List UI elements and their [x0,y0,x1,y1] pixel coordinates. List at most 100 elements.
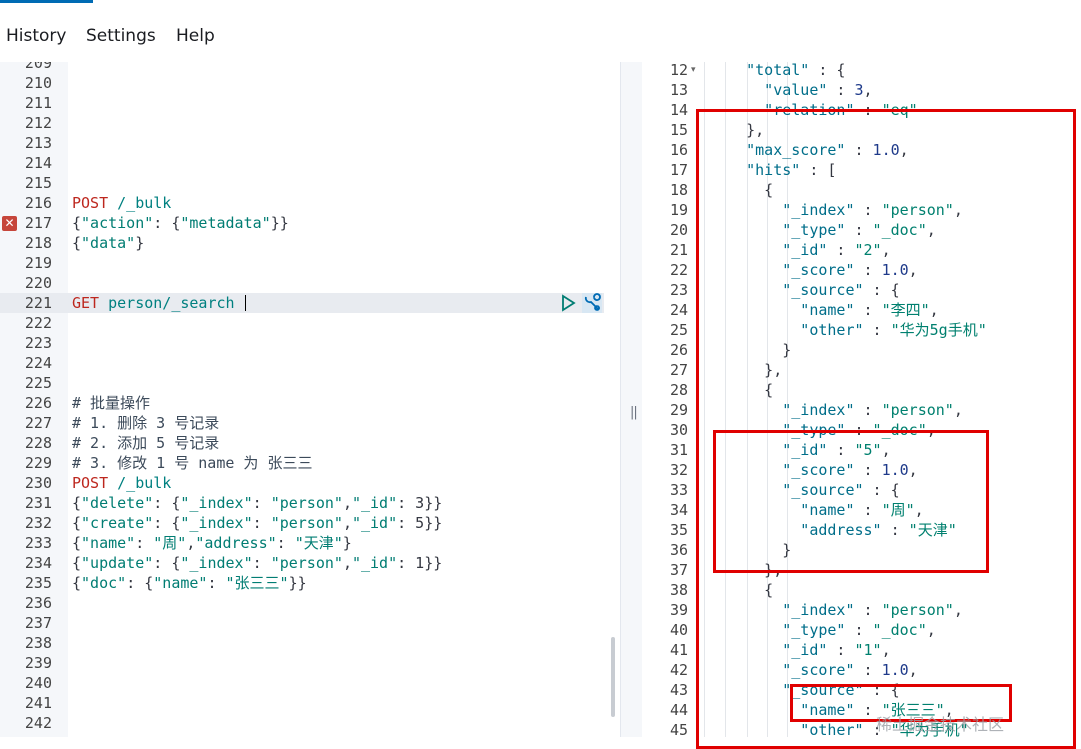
line-number: 209 [24,62,52,72]
editor-line: 233 {"name": "周","address": "天津"} [0,533,620,553]
line-number: 237 [24,614,52,632]
editor-line: 238 [0,633,620,653]
code-token: : { [153,554,181,572]
code-text: {"name": "周","address": "天津"} [72,533,352,553]
editor-line: 209 [0,62,620,73]
code-token: : [276,534,295,552]
code-text: {"update": {"_index": "person","_id": 1}… [72,553,442,573]
menu-history[interactable]: History [6,26,66,46]
line-number: 241 [24,694,52,712]
resize-handle-icon[interactable]: || [630,405,638,420]
code-text: "total" : { [746,62,845,80]
line-number: 214 [24,154,52,172]
request-editor[interactable]: 209 210 211 212 213 214 215 216 POST /_bulk 217 ✕{… [0,62,620,737]
error-x-icon[interactable]: ✕ [2,216,17,231]
code-token: }} [270,214,289,232]
code-token: : { [153,494,181,512]
line-number: 232 [24,514,52,532]
annotation-box-hits [696,109,1076,749]
code-token: "_id" [351,514,398,532]
line-number: 40 [669,621,688,639]
code-text: # 2. 添加 5 号记录 [72,433,219,453]
code-token: : { [809,62,846,79]
annotation-box-id5 [713,430,989,573]
editor-line: 225 [0,373,620,393]
watermark: 稀土掘金技术社区 [876,715,1005,734]
line-number: 29 [669,401,688,419]
line-number: 32 [669,461,688,479]
code-token: # 1. 删除 3 号记录 [72,414,220,432]
line-number: 216 [24,194,52,212]
editor-line: 228 # 2. 添加 5 号记录 [0,433,620,453]
line-number: 41 [669,641,688,659]
line-number: 229 [24,454,52,472]
code-token: GET [72,294,100,312]
code-token: { [72,554,82,572]
code-token: person/_search [108,294,235,312]
line-number: 239 [24,654,52,672]
code-token: "_index" [180,554,253,572]
editor-line: 220 [0,273,620,293]
line-number: 220 [24,274,52,292]
code-token: POST [72,194,109,212]
code-token: "person" [270,494,343,512]
editor-line: 216 POST /_bulk [0,193,620,213]
code-token: : 5}} [397,514,443,532]
code-token: : { [153,214,181,232]
line-number: 218 [24,234,52,252]
left-scrollbar[interactable] [611,637,615,717]
code-token: "create" [81,514,154,532]
line-number: 38 [669,581,688,599]
code-token: "name" [81,534,136,552]
code-text: {"create": {"_index": "person","_id": 5}… [72,513,442,533]
fold-arrow-icon[interactable]: ▾ [691,62,696,80]
code-token: : { [126,574,154,592]
menu-settings[interactable]: Settings [86,26,156,46]
code-token: "person" [270,514,343,532]
code-text: {"action": {"metadata"}} [72,213,289,233]
code-text: # 3. 修改 1 号 name 为 张三三 [72,453,312,473]
editor-line: 231 {"delete": {"_index": "person","_id":… [0,493,620,513]
wrench-icon[interactable] [582,293,602,313]
line-number: 17 [669,161,688,179]
code-text: {"doc": {"name": "张三三"}} [72,573,307,593]
line-number: 23 [669,281,688,299]
code-token: { [72,534,82,552]
code-token: } [342,534,352,552]
code-text: {"data"} [72,233,144,253]
editor-line: 222 [0,313,620,333]
line-number: 14 [669,101,688,119]
line-number: 34 [669,501,688,519]
line-number: 210 [24,74,52,92]
line-number: 213 [24,134,52,152]
code-token: { [72,574,82,592]
line-number: 215 [24,174,52,192]
line-number: 33 [669,481,688,499]
code-token: # 3. 修改 1 号 name 为 张三三 [72,454,313,472]
code-text: # 1. 删除 3 号记录 [72,413,219,433]
code-token: : { [153,514,181,532]
code-token: : [252,494,271,512]
response-line: 12 ▾ "total" : { [642,62,1081,80]
line-number: 44 [669,701,688,719]
code-token: : 3}} [397,494,443,512]
line-number: 35 [669,521,688,539]
editor-line: 218 {"data"} [0,233,620,253]
editor-line: 227 # 1. 删除 3 号记录 [0,413,620,433]
line-number: 27 [669,361,688,379]
text-cursor [245,295,247,311]
line-number: 235 [24,574,52,592]
play-triangle-icon[interactable] [560,294,576,312]
editor-line: 212 [0,113,620,133]
line-number: 225 [24,374,52,392]
code-token: # 2. 添加 5 号记录 [72,434,220,452]
pane-divider[interactable]: || [620,62,644,737]
code-token: "person" [270,554,343,572]
code-token: "doc" [81,574,127,592]
line-number: 219 [24,254,52,272]
menu-help[interactable]: Help [176,26,215,46]
line-number: 25 [669,321,688,339]
line-number: 13 [669,81,688,99]
line-number: 12 [669,62,688,79]
